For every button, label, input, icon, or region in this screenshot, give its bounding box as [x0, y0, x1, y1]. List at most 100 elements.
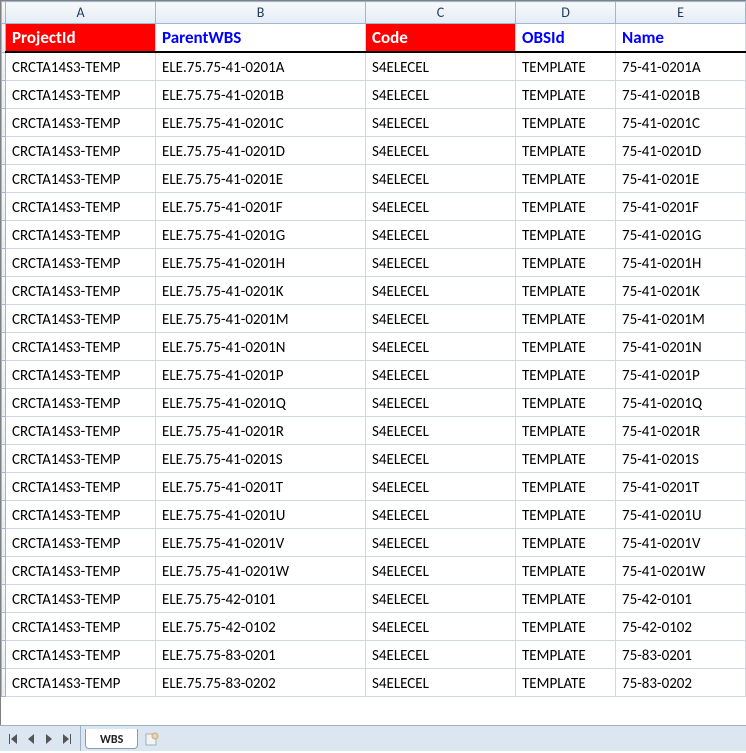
cell[interactable]: 75-41-0201P	[616, 360, 746, 388]
cell[interactable]: S4ELECEL	[366, 668, 516, 696]
cell[interactable]: ELE.75.75-41-0201M	[156, 304, 366, 332]
cell[interactable]: ELE.75.75-41-0201G	[156, 220, 366, 248]
cell[interactable]: CRCTA14S3-TEMP	[6, 304, 156, 332]
cell[interactable]: ELE.75.75-41-0201S	[156, 444, 366, 472]
cell[interactable]: 75-41-0201R	[616, 416, 746, 444]
cell[interactable]: CRCTA14S3-TEMP	[6, 640, 156, 668]
cell[interactable]: CRCTA14S3-TEMP	[6, 192, 156, 220]
cell[interactable]: 75-83-0202	[616, 668, 746, 696]
cell[interactable]: S4ELECEL	[366, 332, 516, 360]
sheet-tab-active[interactable]: WBS	[85, 729, 138, 749]
cell[interactable]: CRCTA14S3-TEMP	[6, 668, 156, 696]
cell[interactable]: CRCTA14S3-TEMP	[6, 612, 156, 640]
cell[interactable]: S4ELECEL	[366, 276, 516, 304]
cell[interactable]: ELE.75.75-41-0201D	[156, 136, 366, 164]
cell[interactable]: ELE.75.75-41-0201A	[156, 52, 366, 80]
cell[interactable]: TEMPLATE	[516, 668, 616, 696]
cell[interactable]: TEMPLATE	[516, 164, 616, 192]
cell[interactable]: CRCTA14S3-TEMP	[6, 556, 156, 584]
cell[interactable]: TEMPLATE	[516, 80, 616, 108]
cell[interactable]: 75-41-0201C	[616, 108, 746, 136]
cell[interactable]: ELE.75.75-41-0201B	[156, 80, 366, 108]
cell[interactable]: S4ELECEL	[366, 80, 516, 108]
cell[interactable]: ELE.75.75-42-0102	[156, 612, 366, 640]
cell[interactable]: CRCTA14S3-TEMP	[6, 500, 156, 528]
col-header-D[interactable]: D	[516, 2, 616, 24]
cell[interactable]: S4ELECEL	[366, 500, 516, 528]
cell[interactable]: 75-83-0201	[616, 640, 746, 668]
cell[interactable]: ELE.75.75-41-0201V	[156, 528, 366, 556]
cell[interactable]: ELE.75.75-41-0201K	[156, 276, 366, 304]
cell[interactable]: TEMPLATE	[516, 304, 616, 332]
cell[interactable]: TEMPLATE	[516, 556, 616, 584]
cell[interactable]: S4ELECEL	[366, 556, 516, 584]
cell[interactable]: TEMPLATE	[516, 500, 616, 528]
cell[interactable]: ELE.75.75-41-0201W	[156, 556, 366, 584]
cell[interactable]: CRCTA14S3-TEMP	[6, 276, 156, 304]
cell[interactable]: 75-41-0201F	[616, 192, 746, 220]
cell[interactable]: 75-41-0201V	[616, 528, 746, 556]
cell[interactable]: S4ELECEL	[366, 304, 516, 332]
cell[interactable]: S4ELECEL	[366, 528, 516, 556]
cell[interactable]: S4ELECEL	[366, 444, 516, 472]
cell[interactable]: S4ELECEL	[366, 416, 516, 444]
cell[interactable]: CRCTA14S3-TEMP	[6, 388, 156, 416]
cell[interactable]: TEMPLATE	[516, 52, 616, 80]
cell[interactable]: 75-41-0201S	[616, 444, 746, 472]
cell[interactable]: CRCTA14S3-TEMP	[6, 80, 156, 108]
col-header-A[interactable]: A	[6, 2, 156, 24]
cell[interactable]: 75-42-0102	[616, 612, 746, 640]
cell[interactable]: S4ELECEL	[366, 52, 516, 80]
cell[interactable]: CRCTA14S3-TEMP	[6, 164, 156, 192]
cell[interactable]: ELE.75.75-41-0201Q	[156, 388, 366, 416]
cell[interactable]: ELE.75.75-41-0201E	[156, 164, 366, 192]
cell[interactable]: S4ELECEL	[366, 640, 516, 668]
cell[interactable]: S4ELECEL	[366, 192, 516, 220]
cell[interactable]: CRCTA14S3-TEMP	[6, 360, 156, 388]
cell[interactable]: ELE.75.75-41-0201T	[156, 472, 366, 500]
tab-nav-prev-icon[interactable]	[22, 728, 40, 750]
cell[interactable]: TEMPLATE	[516, 472, 616, 500]
field-header-projectid[interactable]: ProjectId	[6, 24, 156, 53]
cell[interactable]: S4ELECEL	[366, 612, 516, 640]
cell[interactable]: CRCTA14S3-TEMP	[6, 332, 156, 360]
field-header-name[interactable]: Name	[616, 24, 746, 53]
cell[interactable]: S4ELECEL	[366, 360, 516, 388]
field-header-parentwbs[interactable]: ParentWBS	[156, 24, 366, 53]
cell[interactable]: TEMPLATE	[516, 584, 616, 612]
cell[interactable]: 75-41-0201D	[616, 136, 746, 164]
cell[interactable]: CRCTA14S3-TEMP	[6, 472, 156, 500]
cell[interactable]: 75-41-0201M	[616, 304, 746, 332]
cell[interactable]: ELE.75.75-41-0201P	[156, 360, 366, 388]
cell[interactable]: S4ELECEL	[366, 164, 516, 192]
cell[interactable]: ELE.75.75-41-0201R	[156, 416, 366, 444]
cell[interactable]: ELE.75.75-41-0201N	[156, 332, 366, 360]
cell[interactable]: ELE.75.75-41-0201H	[156, 248, 366, 276]
cell[interactable]: TEMPLATE	[516, 220, 616, 248]
cell[interactable]: 75-41-0201W	[616, 556, 746, 584]
cell[interactable]: CRCTA14S3-TEMP	[6, 220, 156, 248]
cell[interactable]: TEMPLATE	[516, 640, 616, 668]
cell[interactable]: 75-41-0201B	[616, 80, 746, 108]
field-header-obsid[interactable]: OBSId	[516, 24, 616, 53]
cell[interactable]: 75-41-0201T	[616, 472, 746, 500]
cell[interactable]: S4ELECEL	[366, 108, 516, 136]
cell[interactable]: 75-42-0101	[616, 584, 746, 612]
col-header-E[interactable]: E	[616, 2, 746, 24]
cell[interactable]: S4ELECEL	[366, 472, 516, 500]
cell[interactable]: CRCTA14S3-TEMP	[6, 108, 156, 136]
cell[interactable]: ELE.75.75-41-0201C	[156, 108, 366, 136]
cell[interactable]: 75-41-0201A	[616, 52, 746, 80]
cell[interactable]: ELE.75.75-41-0201U	[156, 500, 366, 528]
cell[interactable]: CRCTA14S3-TEMP	[6, 444, 156, 472]
cell[interactable]: ELE.75.75-83-0201	[156, 640, 366, 668]
cell[interactable]: 75-41-0201G	[616, 220, 746, 248]
cell[interactable]: CRCTA14S3-TEMP	[6, 136, 156, 164]
cell[interactable]: CRCTA14S3-TEMP	[6, 416, 156, 444]
cell[interactable]: 75-41-0201E	[616, 164, 746, 192]
cell[interactable]: TEMPLATE	[516, 136, 616, 164]
cell[interactable]: S4ELECEL	[366, 584, 516, 612]
col-header-C[interactable]: C	[366, 2, 516, 24]
cell[interactable]: TEMPLATE	[516, 528, 616, 556]
cell[interactable]: S4ELECEL	[366, 388, 516, 416]
